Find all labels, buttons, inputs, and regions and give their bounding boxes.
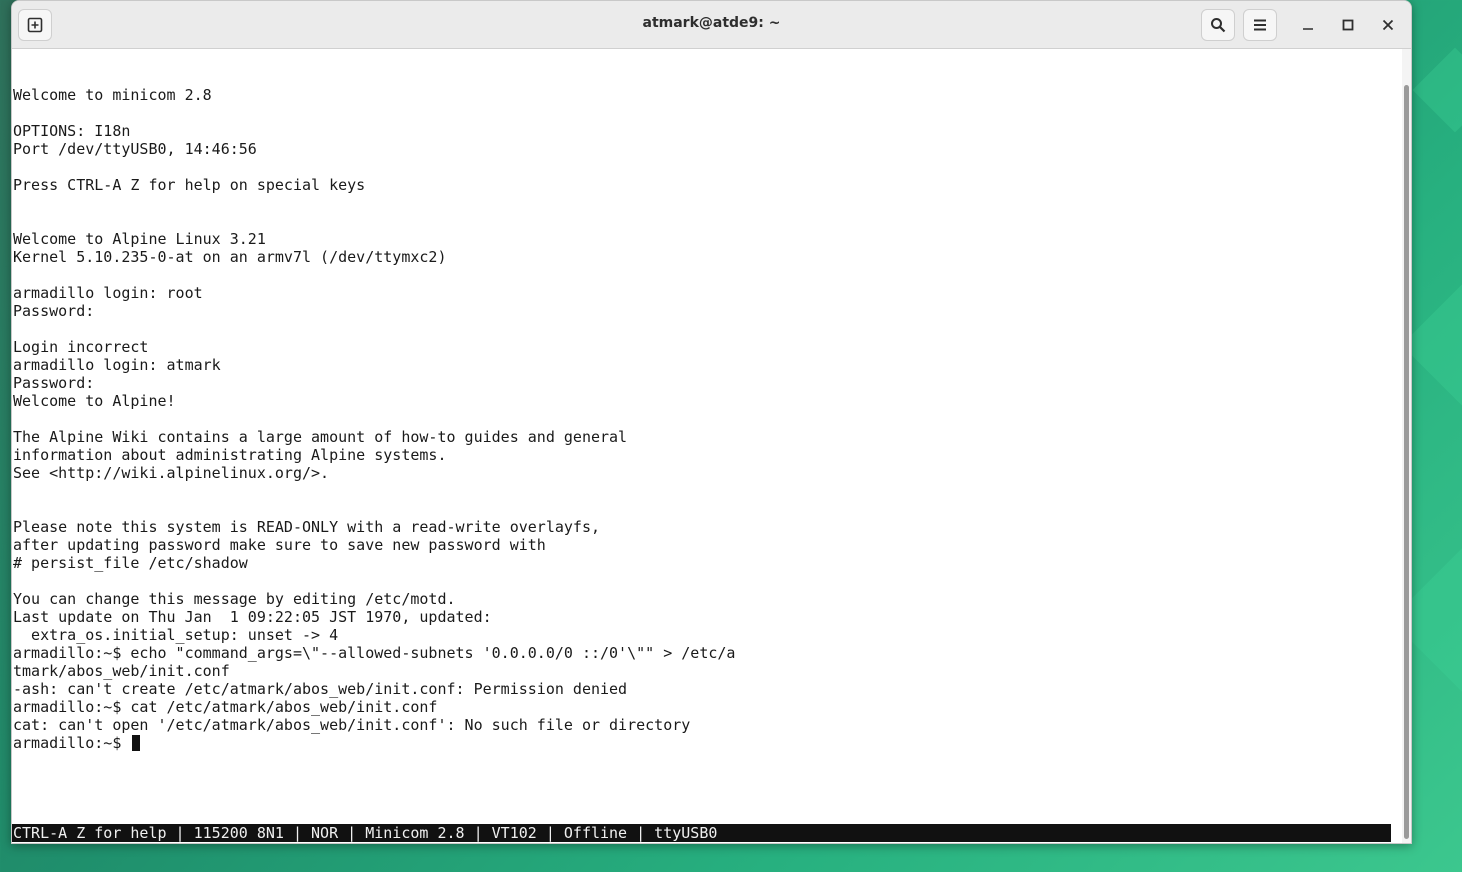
terminal-line: -ash: can't create /etc/atmark/abos_web/…: [13, 680, 628, 698]
scrollbar-thumb[interactable]: [1404, 85, 1409, 839]
terminal-line: extra_os.initial_setup: unset -> 4: [13, 626, 339, 644]
terminal-line: The Alpine Wiki contains a large amount …: [13, 428, 628, 446]
terminal-output[interactable]: Welcome to minicom 2.8 OPTIONS: I18n Por…: [12, 49, 1392, 843]
terminal-line: Kernel 5.10.235-0-at on an armv7l (/dev/…: [13, 248, 447, 266]
terminal-line: Login incorrect: [13, 338, 149, 356]
shell-prompt: armadillo:~$: [13, 734, 131, 752]
menu-button[interactable]: [1243, 9, 1277, 41]
search-icon: [1211, 18, 1226, 33]
terminal-line: armadillo login: atmark: [13, 356, 221, 374]
terminal-line: tmark/abos_web/init.conf: [13, 662, 230, 680]
terminal-line: OPTIONS: I18n: [13, 122, 131, 140]
maximize-icon: [1342, 19, 1354, 31]
terminal-line: information about administrating Alpine …: [13, 446, 447, 464]
hamburger-menu-icon: [1254, 19, 1266, 31]
terminal-line: armadillo:~$ cat /etc/atmark/abos_web/in…: [13, 698, 438, 716]
terminal-line: Password:: [13, 374, 95, 392]
terminal-line: Press CTRL-A Z for help on special keys: [13, 176, 366, 194]
maximize-button[interactable]: [1336, 13, 1360, 37]
terminal-line: armadillo:~$ echo "command_args=\"--allo…: [13, 644, 736, 662]
terminal-window: atmark@atde9: ~ Welcome to minicom 2.8 O…: [11, 0, 1412, 844]
minicom-status-bar: CTRL-A Z for help | 115200 8N1 | NOR | M…: [12, 824, 1391, 842]
terminal-line: after updating password make sure to sav…: [13, 536, 546, 554]
text-cursor: [132, 735, 141, 751]
terminal-line: Port /dev/ttyUSB0, 14:46:56: [13, 140, 257, 158]
terminal-line: Welcome to minicom 2.8: [13, 86, 212, 104]
terminal-line: cat: can't open '/etc/atmark/abos_web/in…: [13, 716, 691, 734]
terminal-line: Password:: [13, 302, 95, 320]
desktop-background-shape: [1412, 47, 1462, 133]
vertical-scrollbar[interactable]: [1402, 49, 1411, 843]
close-icon: [1382, 19, 1394, 31]
window-titlebar[interactable]: atmark@atde9: ~: [12, 1, 1411, 49]
prompt-line[interactable]: armadillo:~$: [13, 734, 735, 752]
terminal-line: Welcome to Alpine!: [13, 392, 176, 410]
terminal-line: # persist_file /etc/shadow: [13, 554, 248, 572]
terminal-line: Last update on Thu Jan 1 09:22:05 JST 19…: [13, 608, 492, 626]
search-button[interactable]: [1201, 9, 1235, 41]
terminal-line: Welcome to Alpine Linux 3.21: [13, 230, 266, 248]
terminal-line: See <http://wiki.alpinelinux.org/>.: [13, 464, 330, 482]
terminal-line: armadillo login: root: [13, 284, 203, 302]
close-button[interactable]: [1376, 13, 1400, 37]
minimize-icon: [1303, 28, 1313, 30]
terminal-line: Please note this system is READ-ONLY wit…: [13, 518, 600, 536]
terminal-line: You can change this message by editing /…: [13, 590, 456, 608]
terminal-lines: Welcome to minicom 2.8 OPTIONS: I18n Por…: [13, 68, 735, 752]
minimize-button[interactable]: [1296, 13, 1320, 37]
